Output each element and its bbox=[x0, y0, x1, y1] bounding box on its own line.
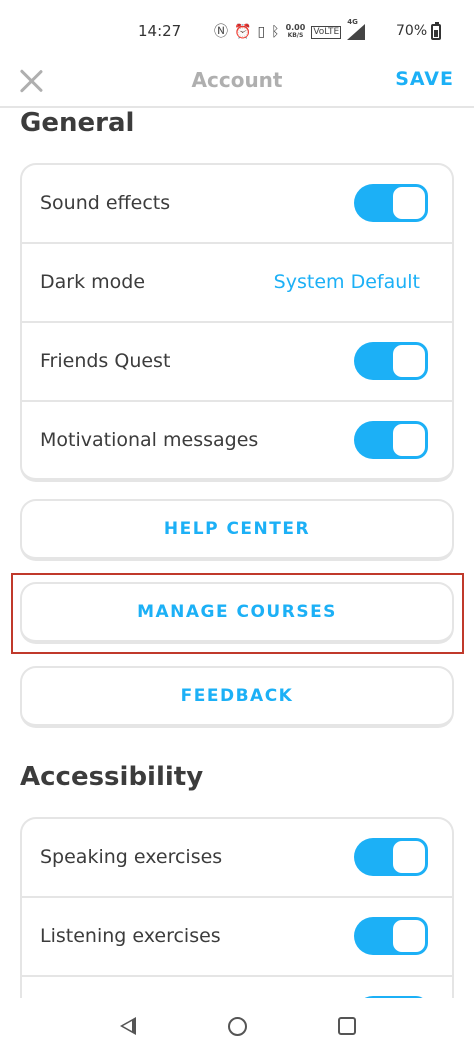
speed-unit: KB/S bbox=[287, 32, 304, 39]
alarm-icon: ⏰ bbox=[234, 24, 252, 40]
status-icons: Ⓝ ⏰ ▯ ᛒ 0.00 KB/S VoLTE 4G bbox=[214, 18, 366, 44]
save-button[interactable]: SAVE bbox=[395, 68, 454, 90]
volte-icon: VoLTE bbox=[311, 25, 342, 39]
speaking-exercises-toggle[interactable] bbox=[354, 838, 428, 876]
toggle-knob bbox=[390, 184, 428, 222]
toggle-knob bbox=[390, 917, 428, 955]
setting-label: Dark mode bbox=[40, 271, 146, 293]
manage-courses-button[interactable]: MANAGE COURSES bbox=[20, 582, 454, 644]
setting-friends-quest: Friends Quest bbox=[22, 323, 452, 402]
close-icon[interactable] bbox=[18, 68, 44, 94]
signal-icon: 4G bbox=[347, 18, 366, 40]
recents-icon[interactable] bbox=[338, 1017, 356, 1035]
top-bar: Account SAVE bbox=[0, 62, 474, 108]
setting-dark-mode[interactable]: Dark mode System Default bbox=[22, 244, 452, 323]
dark-mode-value[interactable]: System Default bbox=[274, 244, 420, 321]
toggle-knob bbox=[390, 421, 428, 459]
section-title-general: General bbox=[20, 108, 135, 138]
setting-label: Listening exercises bbox=[40, 925, 221, 947]
battery-icon bbox=[431, 22, 441, 40]
sound-effects-toggle[interactable] bbox=[354, 184, 428, 222]
vibrate-icon: ▯ bbox=[257, 24, 266, 40]
setting-speaking-exercises: Speaking exercises bbox=[22, 819, 452, 898]
setting-listening-exercises: Listening exercises bbox=[22, 898, 452, 977]
home-icon[interactable] bbox=[228, 1017, 247, 1036]
friends-quest-toggle[interactable] bbox=[354, 342, 428, 380]
speed-icon: 0.00 KB/S bbox=[286, 24, 306, 40]
status-bar: 14:27 Ⓝ ⏰ ▯ ᛒ 0.00 KB/S VoLTE 4G 70% bbox=[0, 0, 474, 62]
setting-label: Sound effects bbox=[40, 192, 171, 214]
help-center-button[interactable]: HELP CENTER bbox=[20, 499, 454, 561]
toggle-knob bbox=[390, 838, 428, 876]
setting-sound-effects: Sound effects bbox=[22, 165, 452, 244]
toggle-knob bbox=[390, 342, 428, 380]
battery-percent: 70% bbox=[396, 23, 428, 39]
system-nav-bar bbox=[0, 998, 474, 1053]
nfc-icon: Ⓝ bbox=[214, 24, 228, 40]
motivational-messages-toggle[interactable] bbox=[354, 421, 428, 459]
feedback-button[interactable]: FEEDBACK bbox=[20, 666, 454, 728]
bluetooth-icon: ᛒ bbox=[271, 24, 280, 40]
setting-label: Speaking exercises bbox=[40, 846, 223, 868]
setting-label: Friends Quest bbox=[40, 350, 171, 372]
back-icon[interactable] bbox=[120, 1017, 136, 1035]
setting-motivational-messages: Motivational messages bbox=[22, 402, 452, 478]
setting-label: Motivational messages bbox=[40, 429, 259, 451]
section-title-accessibility: Accessibility bbox=[20, 762, 204, 792]
speed-value: 0.00 bbox=[285, 23, 306, 32]
status-time: 14:27 bbox=[138, 22, 182, 40]
listening-exercises-toggle[interactable] bbox=[354, 917, 428, 955]
general-settings-card: Sound effects Dark mode System Default F… bbox=[20, 163, 454, 482]
